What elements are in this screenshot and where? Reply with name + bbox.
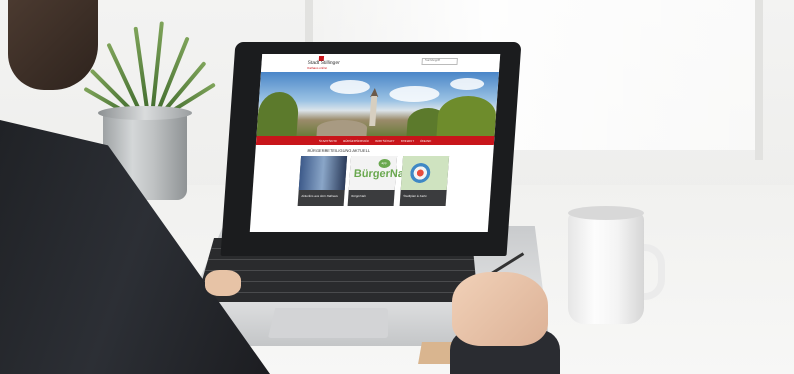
- tile-image: [298, 156, 348, 190]
- church-tower: [369, 96, 378, 126]
- window-frame: [755, 0, 763, 160]
- tile-caption: Stadtplan & Karte: [403, 194, 427, 198]
- coffee-mug: [568, 212, 644, 324]
- site-logo-subtitle: Rathaus online: [307, 66, 328, 70]
- nav-item[interactable]: WIRTSCHAFT: [375, 139, 395, 143]
- person-head: [8, 0, 98, 90]
- section-title: BÜRGERBETEILIGUNG AKTUELL: [307, 148, 371, 153]
- photo-scene: Stadt Stillinger Rathaus online Suchbegr…: [0, 0, 794, 374]
- person-right-hand: [452, 272, 548, 346]
- laptop-screen: Stadt Stillinger Rathaus online Suchbegr…: [249, 54, 501, 232]
- buergernah-tile[interactable]: app BürgerNah BürgerNah: [347, 156, 411, 206]
- map-thumbnail: [400, 156, 450, 190]
- news-tile[interactable]: Aktuelles aus dem Rathaus: [297, 156, 348, 206]
- tile-caption: BürgerNah: [351, 194, 366, 198]
- tile-image: app BürgerNah: [348, 156, 411, 190]
- hero-banner-image: [256, 72, 499, 136]
- site-search-placeholder: Suchbegriff: [424, 58, 441, 62]
- nav-item[interactable]: FREIZEIT: [401, 139, 415, 143]
- map-tile[interactable]: Stadtplan & Karte: [399, 156, 450, 206]
- tile-caption: Aktuelles aus dem Rathaus: [301, 194, 338, 198]
- nav-item[interactable]: STARTSEITE: [319, 139, 338, 143]
- person-left-hand: [205, 270, 241, 296]
- site-header: Stadt Stillinger Rathaus online Suchbegr…: [260, 54, 501, 72]
- nav-item[interactable]: ONLINE: [420, 139, 431, 143]
- plant-pot-rim: [98, 106, 192, 120]
- nav-item[interactable]: BÜRGERSERVICE: [343, 139, 369, 143]
- badge-label: app: [381, 161, 387, 165]
- mug-rim: [568, 206, 644, 220]
- laptop-touchpad: [268, 308, 388, 338]
- site-nav: STARTSEITE BÜRGERSERVICE WIRTSCHAFT FREI…: [255, 136, 495, 145]
